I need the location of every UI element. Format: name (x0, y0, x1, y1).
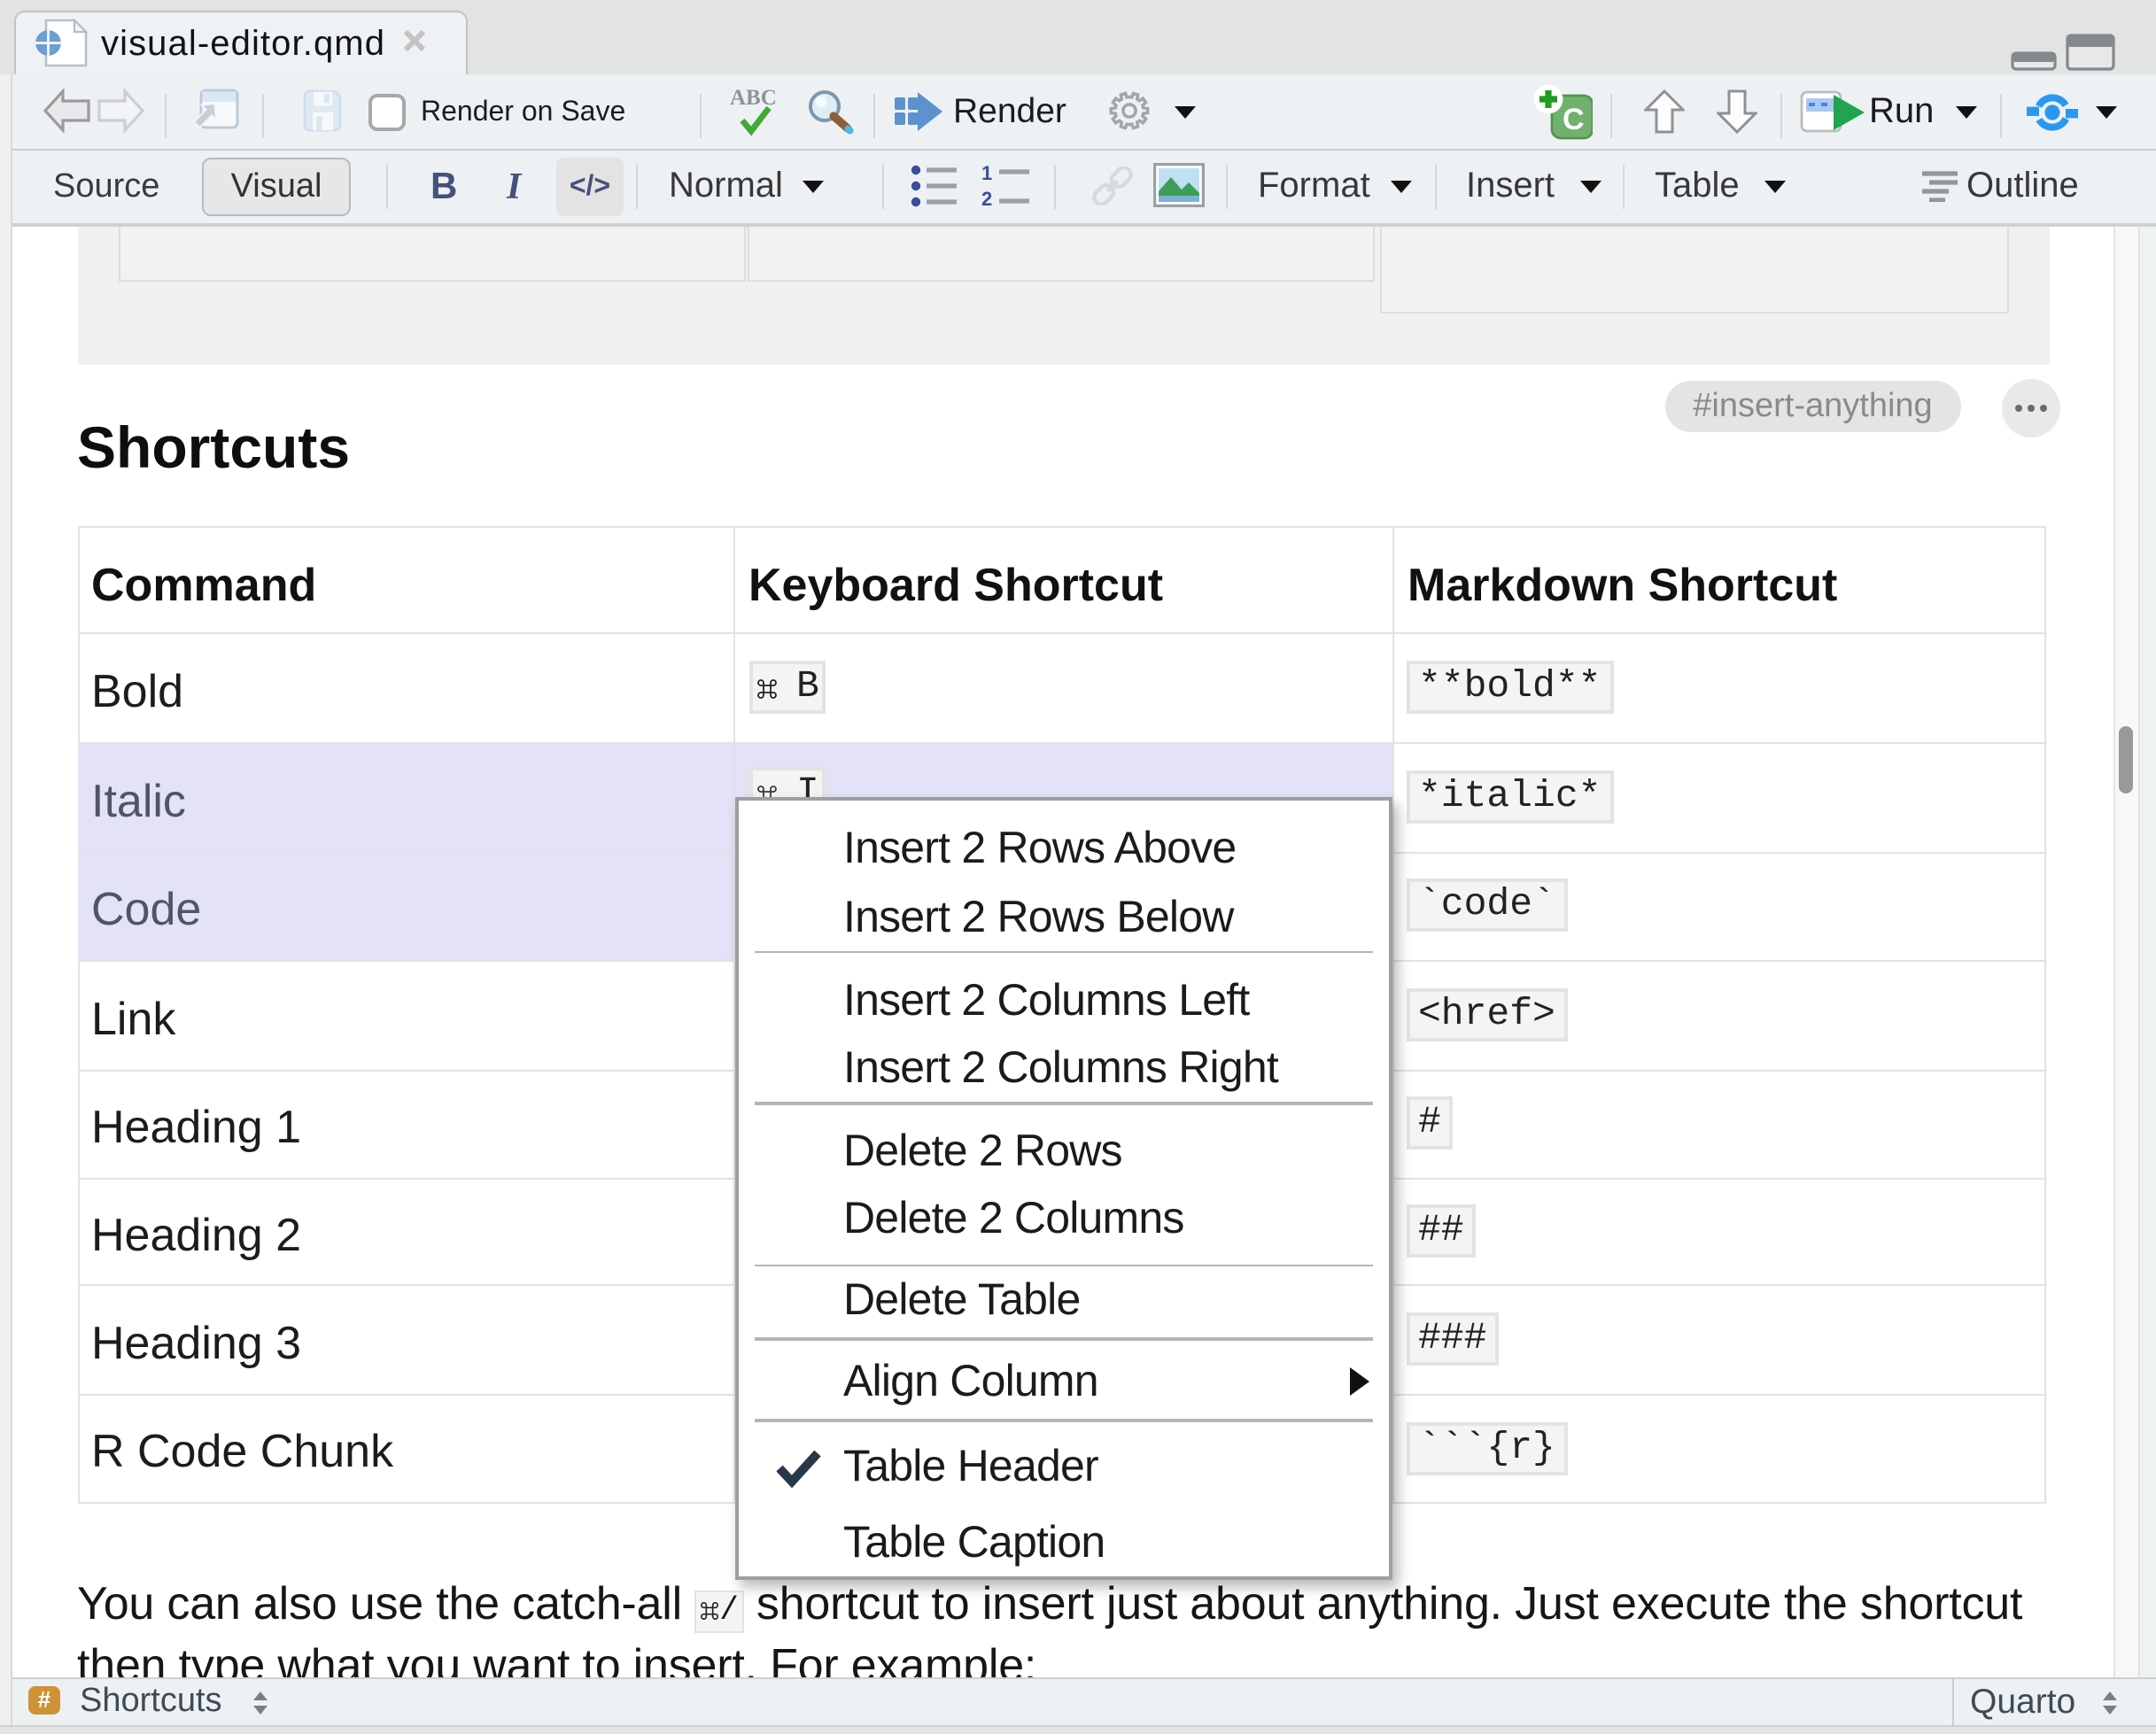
svg-text:1: 1 (981, 163, 991, 184)
svg-text:2: 2 (981, 188, 991, 209)
svg-text:C: C (1563, 103, 1585, 136)
svg-text:ABC: ABC (730, 86, 777, 110)
